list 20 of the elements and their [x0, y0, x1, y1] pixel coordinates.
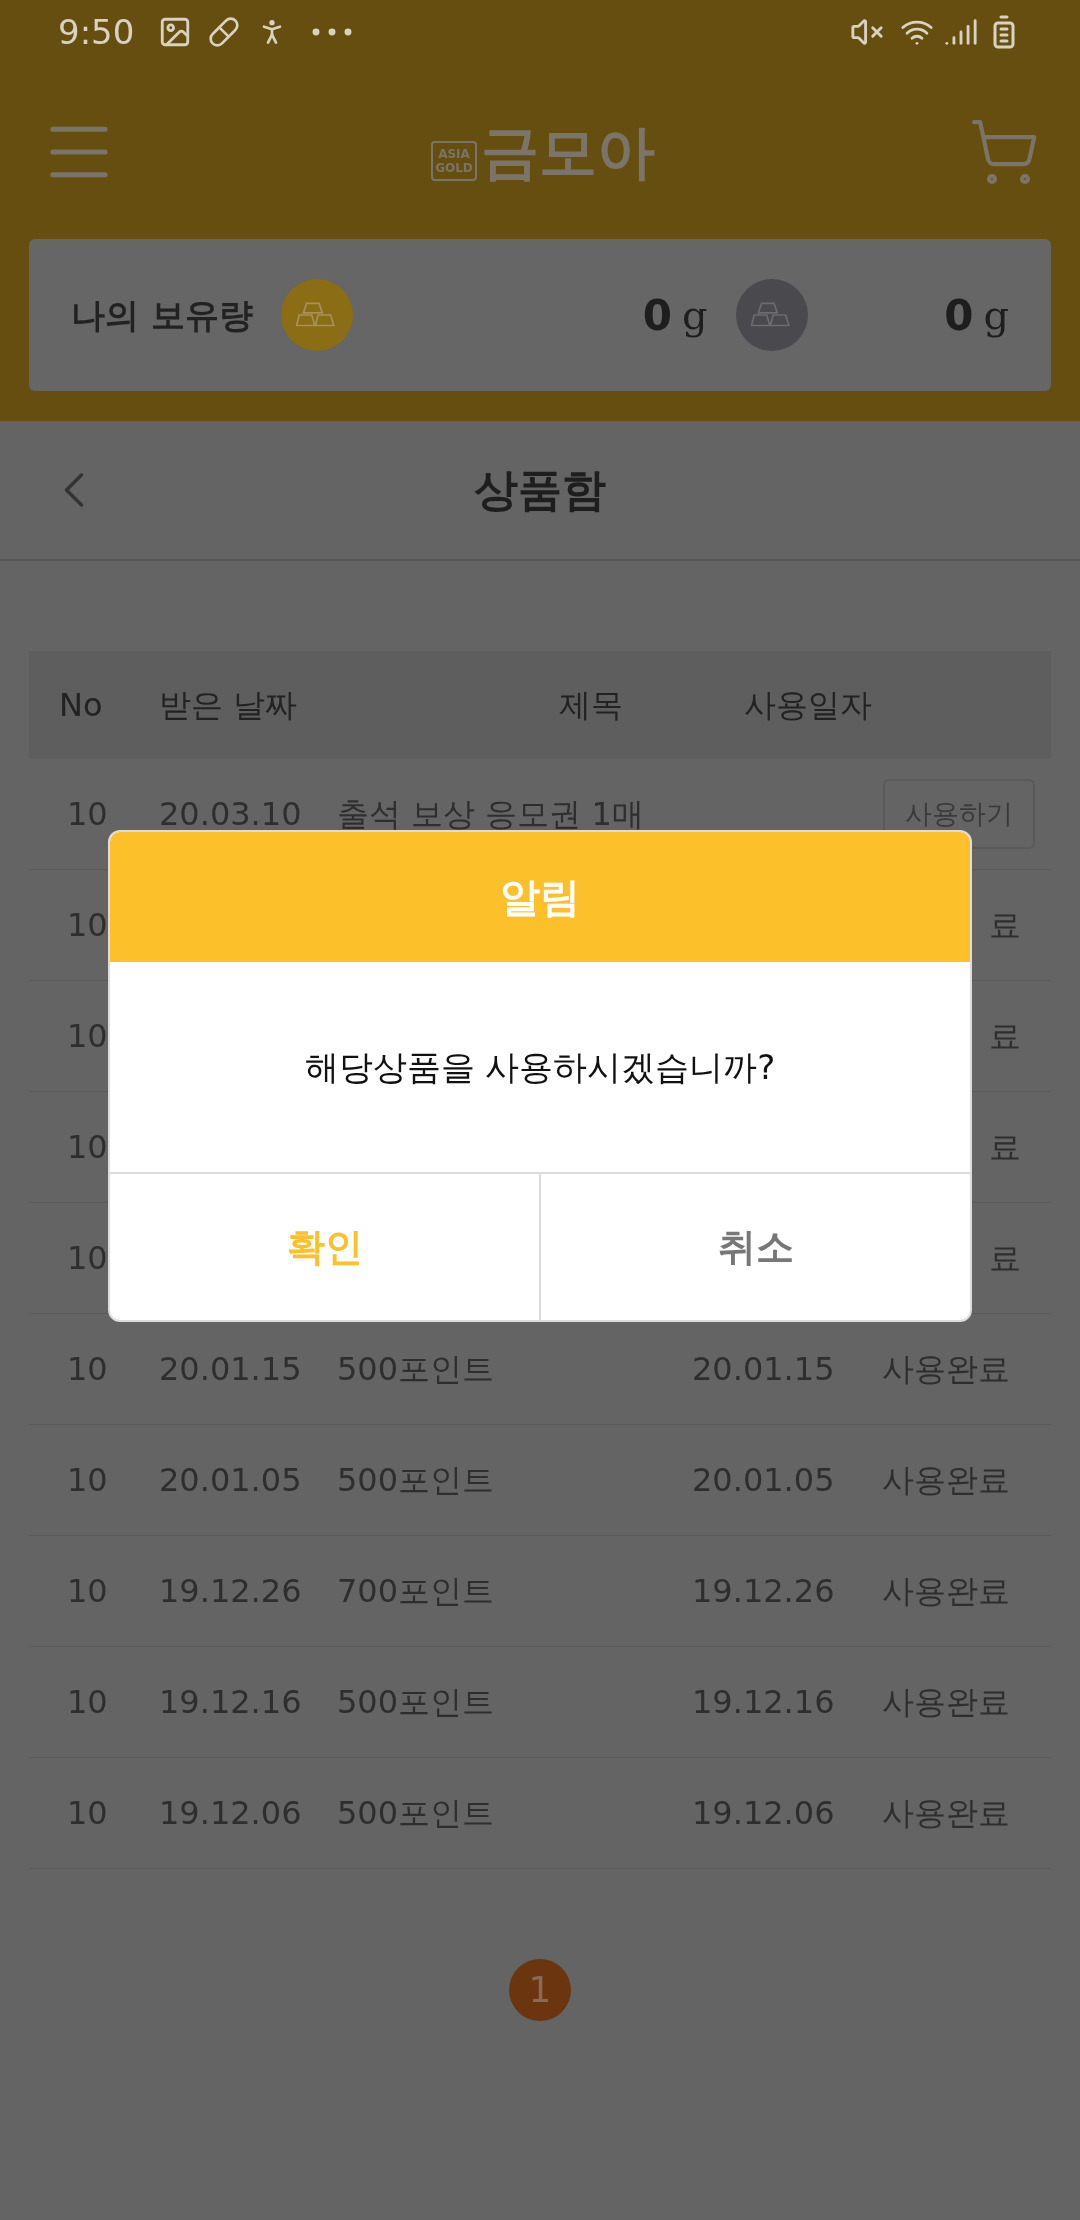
page-button[interactable]: 1 — [509, 1959, 571, 2021]
column-header: 받은 날짜 — [159, 685, 299, 726]
unit-label: g — [983, 291, 1009, 340]
column-header: No — [58, 685, 104, 726]
column-header: 사용일자 — [744, 685, 872, 726]
dialog-title: 알림 — [500, 873, 580, 922]
pill-icon — [208, 16, 241, 48]
confirm-button[interactable]: 확인 — [110, 1174, 539, 1320]
unit-label: g — [682, 291, 708, 340]
logo-text: 금모아 — [481, 122, 655, 181]
holdings-amount: 0 — [944, 289, 974, 342]
more-icon — [312, 28, 353, 36]
cancel-button[interactable]: 취소 — [539, 1174, 970, 1320]
status-time: 9:50 — [58, 10, 135, 54]
holdings-amount: 0 — [642, 289, 673, 342]
holdings-label: 나의 보유량 — [71, 293, 253, 337]
dialog-message: 해당상품을 사용하시겠습니까? — [304, 1045, 776, 1089]
page-title: 상품함 — [474, 463, 606, 517]
logo-badge: ASIA GOLD — [431, 140, 477, 181]
column-header: 제목 — [558, 685, 624, 726]
